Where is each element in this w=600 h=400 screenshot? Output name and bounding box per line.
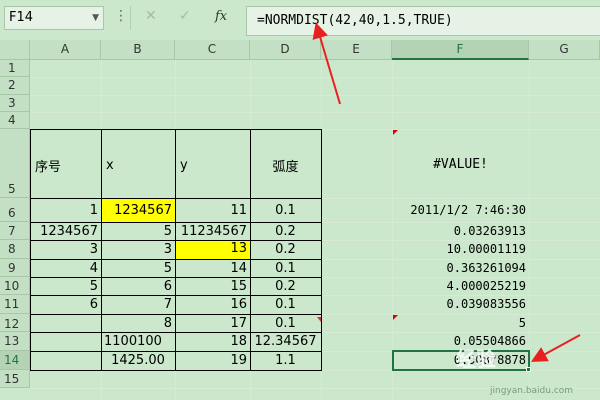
arrow-to-cell [530,334,581,362]
watermark: 经验 [456,347,496,371]
watermark-site: jingyan.baidu.com [490,386,574,396]
annotation-arrows [312,22,581,362]
arrow-to-formula [312,22,341,105]
